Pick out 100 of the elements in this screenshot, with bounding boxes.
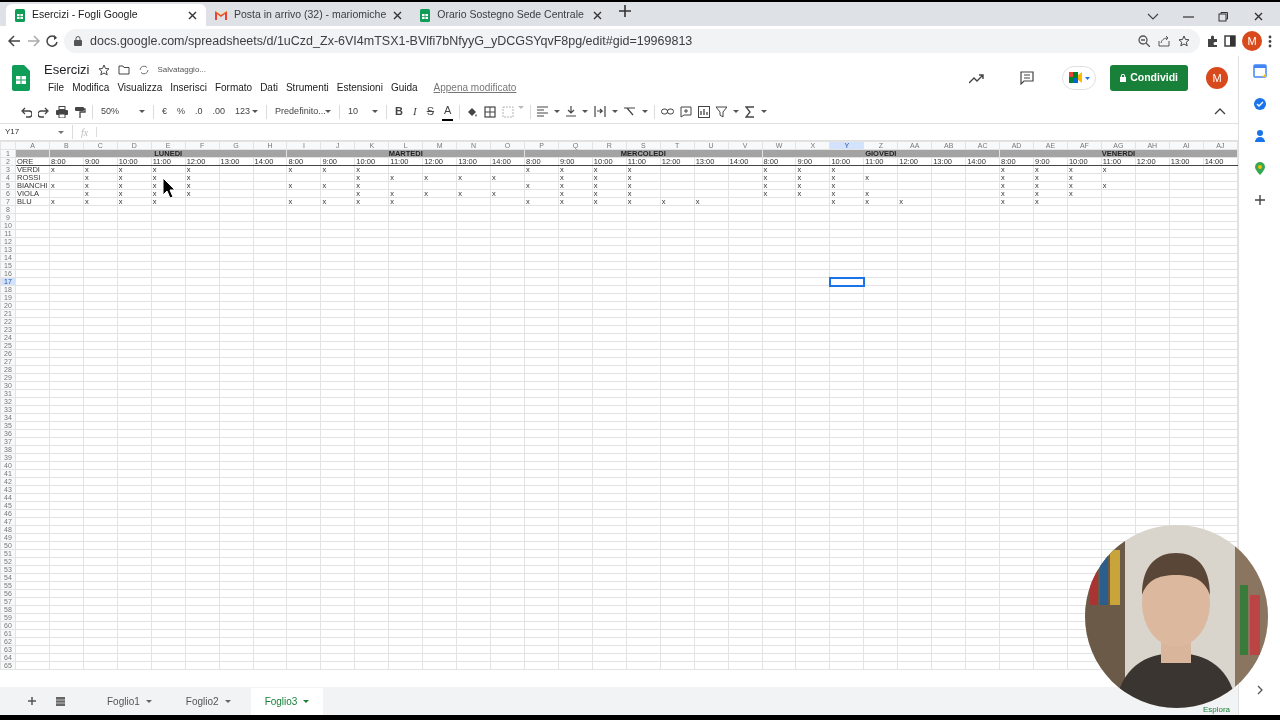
caret-icon — [139, 110, 145, 113]
percent-button[interactable]: % — [175, 102, 188, 121]
map-pin-icon[interactable] — [1254, 162, 1265, 175]
rotate-icon[interactable] — [624, 106, 637, 117]
profile-avatar[interactable]: M — [1242, 31, 1262, 51]
sum-icon[interactable] — [745, 105, 756, 118]
menu-item[interactable]: Estensioni — [332, 79, 387, 97]
fill-color-icon[interactable] — [466, 105, 479, 118]
caret-icon — [733, 110, 740, 113]
sheet-tab[interactable]: Foglio2 — [171, 687, 245, 715]
cursor-icon — [162, 177, 176, 199]
sheets-logo-icon — [12, 65, 30, 91]
caret-icon — [224, 699, 231, 703]
plus-icon[interactable] — [1254, 195, 1265, 205]
font-select[interactable]: Predefinito... — [273, 102, 334, 121]
trend-icon[interactable] — [969, 72, 985, 84]
share-icon[interactable] — [1158, 35, 1170, 47]
minimize-icon[interactable] — [1183, 15, 1194, 18]
caret-icon — [58, 130, 64, 134]
folder-icon[interactable] — [117, 64, 130, 75]
italic-button[interactable]: I — [411, 102, 419, 121]
close-icon[interactable] — [1253, 11, 1264, 22]
chart-icon[interactable] — [698, 105, 711, 118]
lock-icon — [74, 36, 82, 46]
menu-item[interactable]: File — [44, 79, 69, 97]
selected-cell[interactable] — [829, 277, 864, 286]
paint-format-icon[interactable] — [74, 105, 86, 118]
star-icon[interactable] — [1178, 35, 1190, 47]
color-button[interactable]: A — [442, 102, 454, 121]
tab-title: Esercizi - Fogli Google — [32, 7, 139, 23]
browser-tab[interactable]: Posta in arrivo (32) - mariomiche — [206, 4, 412, 26]
collapse-icon[interactable] — [1214, 108, 1226, 115]
borders-icon[interactable] — [484, 105, 497, 118]
plus-icon[interactable] — [619, 4, 632, 17]
font-size-select[interactable]: 10 — [346, 102, 381, 121]
menu-item[interactable]: Inserisci — [166, 79, 211, 97]
vertical-align-icon[interactable] — [566, 106, 577, 117]
zoom-icon[interactable] — [1138, 35, 1150, 47]
menu-item[interactable]: Strumenti — [281, 79, 333, 97]
caret-icon — [612, 110, 619, 113]
browser-tab[interactable]: Orario Sostegno Sede Centrale — [411, 4, 612, 26]
number-format-button[interactable]: 123 — [233, 102, 261, 121]
tab-close-icon[interactable] — [592, 9, 604, 21]
star-icon[interactable] — [97, 63, 110, 76]
tab-close-icon[interactable] — [392, 9, 404, 21]
caret-icon — [582, 110, 589, 113]
link-icon[interactable] — [661, 107, 675, 116]
save-status: Salvataggio... — [157, 63, 206, 76]
currency-button[interactable]: € — [160, 102, 170, 121]
back-icon[interactable] — [8, 35, 21, 47]
side-panel-icon[interactable] — [1224, 35, 1236, 47]
browser-tab[interactable]: Esercizi - Fogli Google — [6, 4, 206, 26]
chevron-down-icon[interactable] — [1147, 13, 1159, 20]
sheet-tab[interactable]: Foglio3 — [250, 687, 324, 715]
undo-icon[interactable] — [20, 105, 32, 118]
tab-title: Orario Sostegno Sede Centrale — [437, 7, 585, 23]
reload-icon[interactable] — [46, 35, 58, 47]
menu-item[interactable]: Visualizza — [113, 79, 167, 97]
comment-icon[interactable] — [1020, 71, 1035, 85]
increase-decimals-button[interactable]: .00 — [210, 102, 228, 121]
sheet-tab[interactable]: Foglio1 — [93, 687, 166, 715]
last-edit-link[interactable]: Appena modificato — [429, 79, 521, 97]
tasks-icon[interactable] — [1253, 98, 1266, 110]
print-icon[interactable] — [56, 105, 68, 118]
menu-item[interactable]: Guida — [386, 79, 422, 97]
spreadsheet-icon — [14, 8, 26, 22]
sync-icon — [137, 63, 150, 76]
menu-item[interactable]: Formato — [210, 79, 257, 97]
sheet-list-icon[interactable] — [56, 696, 65, 706]
video-call-icon[interactable] — [1062, 66, 1097, 90]
tab-close-icon[interactable] — [187, 9, 198, 21]
caret-icon — [325, 110, 332, 113]
name-box[interactable]: Y17 — [0, 126, 58, 138]
add-comment-icon[interactable] — [680, 105, 693, 118]
address-bar[interactable]: docs.google.com/spreadsheets/d/1uCzd_Zx-6VI4mTSX1-BVlfi7bNfyyG_yDCGSYqvF8pg/edit#gid=19969813 — [64, 29, 1200, 53]
contacts-icon[interactable] — [1254, 130, 1265, 142]
calendar-icon[interactable] — [1252, 64, 1267, 78]
decrease-decimals-button[interactable]: .0 — [193, 102, 205, 121]
menu-item[interactable]: Modifica — [68, 79, 114, 97]
menu-item[interactable]: Dati — [256, 79, 282, 97]
filter-icon[interactable] — [716, 105, 728, 118]
merge-icon — [502, 105, 515, 118]
add-sheet-icon[interactable] — [28, 697, 36, 705]
account-avatar[interactable]: M — [1206, 67, 1228, 89]
explore-button[interactable]: Esplora — [1202, 705, 1230, 714]
share-button[interactable]: Condividi — [1110, 65, 1188, 91]
align-icon[interactable] — [537, 106, 549, 117]
zoom-select[interactable]: 50% — [99, 102, 147, 121]
formula-icon: fx — [81, 124, 89, 140]
restore-icon[interactable] — [1218, 11, 1229, 22]
puzzle-icon[interactable] — [1206, 34, 1218, 48]
more-icon[interactable] — [1268, 34, 1272, 48]
redo-icon[interactable] — [38, 105, 50, 118]
lock-icon — [1120, 74, 1127, 82]
caret-icon — [145, 699, 152, 703]
document-title[interactable]: Esercizi — [44, 59, 90, 80]
expand-icon[interactable] — [1256, 684, 1263, 695]
strike-button[interactable]: S — [424, 102, 437, 121]
wrap-icon[interactable] — [594, 106, 607, 117]
bold-button[interactable]: B — [393, 102, 406, 121]
